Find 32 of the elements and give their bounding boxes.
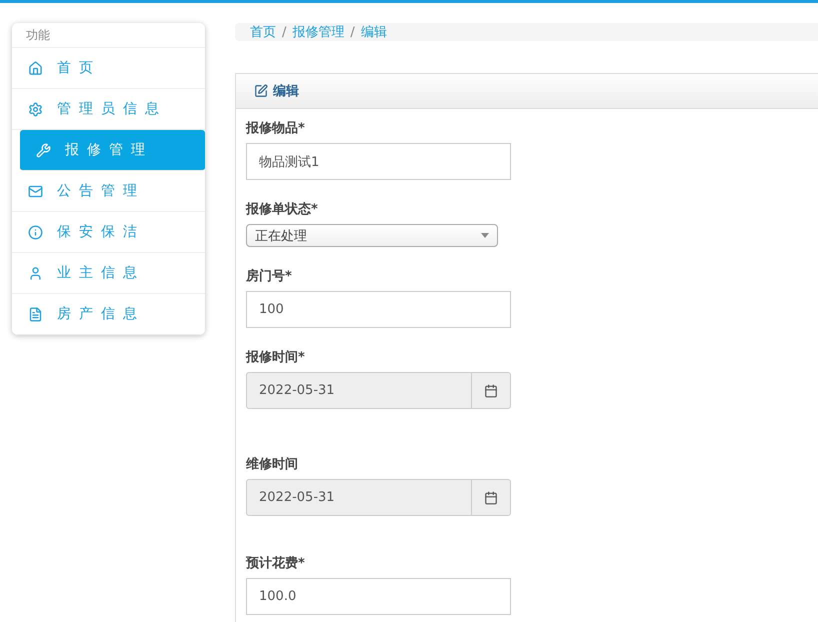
sidebar-item[interactable]: 报修管理 [20,130,205,171]
sidebar-item[interactable]: 房产信息 [12,294,205,335]
text-field[interactable]: 物品测试1 [246,143,511,180]
info-icon [28,224,43,240]
edit-icon [254,84,268,98]
text-field[interactable]: 100.0 [246,578,511,615]
breadcrumb-link[interactable]: 报修管理 [292,23,344,41]
document-icon [28,306,43,322]
text-field[interactable]: 100 [246,291,511,328]
status-select[interactable]: 正在处理 [246,224,498,247]
breadcrumb-separator: / [350,24,355,40]
sidebar-item[interactable]: 首页 [12,48,205,89]
caret-icon [481,233,489,238]
field-label: 报修物品* [246,120,306,137]
field-label: 房门号* [246,268,293,285]
envelope-icon [28,184,43,198]
home-icon [28,60,43,76]
gear-icon [28,102,43,116]
panel-title: 编辑 [273,82,299,100]
field-label: 报修单状态* [246,201,319,218]
breadcrumb-link[interactable]: 编辑 [360,23,387,41]
breadcrumb-separator: / [282,24,286,40]
field-label: 报修时间* [246,349,306,366]
sidebar-item[interactable]: 保安保洁 [12,212,205,253]
field-label: 维修时间 [246,456,299,473]
sidebar-item[interactable]: 业主信息 [12,253,205,294]
sidebar-item[interactable]: 公告管理 [12,171,205,212]
breadcrumb-link[interactable]: 首页 [250,23,276,41]
sidebar-item[interactable]: 管理员信息 [12,89,205,130]
wrench-icon [36,142,51,158]
field-label: 预计花费* [246,555,306,572]
user-icon [28,266,43,280]
